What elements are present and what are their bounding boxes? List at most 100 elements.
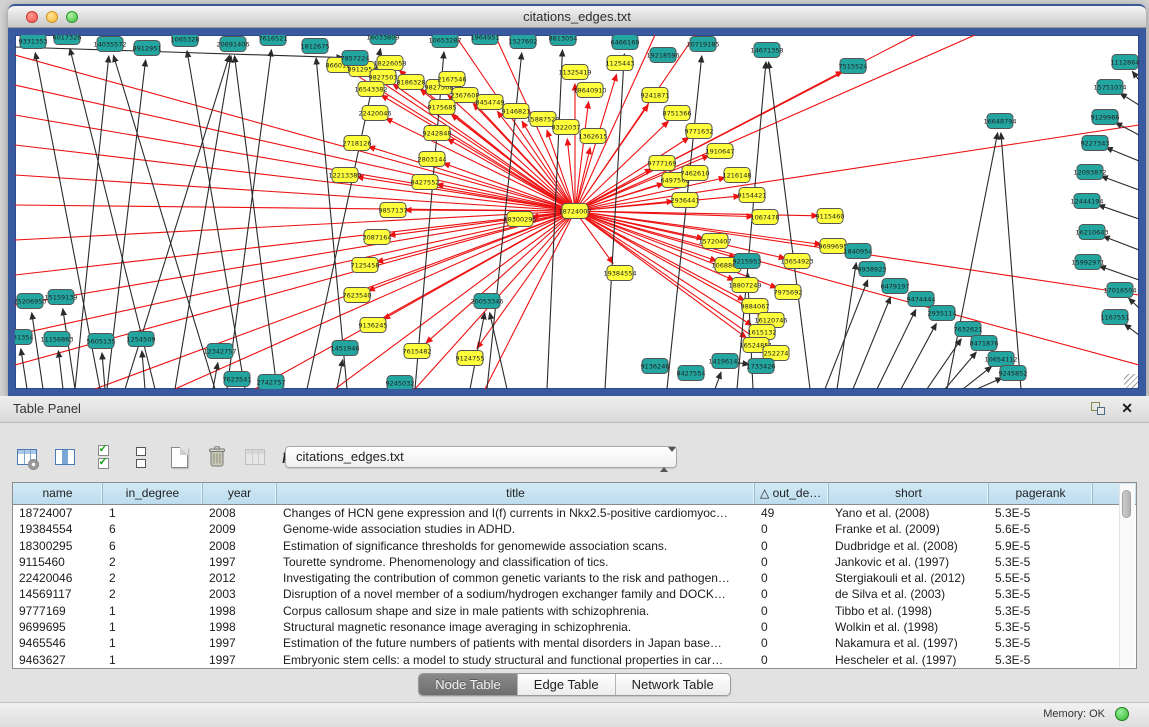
graph-node[interactable]: 9241871 [641, 88, 670, 103]
graph-node[interactable]: 9136246 [641, 359, 670, 374]
graph-node[interactable]: 19384554 [603, 266, 636, 281]
graph-node[interactable]: 18640910 [573, 83, 606, 98]
delete-table-icon[interactable] [204, 444, 230, 470]
graph-node[interactable]: 1112864 [1111, 55, 1139, 70]
graph-node[interactable]: 10653287 [428, 35, 461, 48]
graph-node[interactable]: 6466160 [611, 35, 640, 50]
graph-node[interactable]: 1451946 [331, 341, 360, 356]
graph-node[interactable]: 15159139 [44, 290, 77, 305]
graph-node[interactable]: 1964951 [471, 35, 500, 45]
row-height-icon[interactable] [128, 444, 154, 470]
window-titlebar[interactable]: citations_edges.txt [8, 4, 1146, 28]
graph-node[interactable]: 18300295 [503, 212, 536, 227]
column-header-in_degree[interactable]: in_degree [103, 483, 203, 504]
graph-node[interactable]: 9175685 [428, 100, 457, 115]
graph-node[interactable]: 9129966 [1091, 110, 1120, 125]
float-panel-icon[interactable] [1091, 402, 1105, 415]
table-row[interactable]: 2242004622012Investigating the contribut… [13, 570, 1136, 586]
tab-node-table[interactable]: Node Table [419, 674, 518, 695]
graph-node[interactable]: 8938923 [858, 262, 887, 277]
graph-node[interactable]: 18226058 [373, 56, 406, 71]
column-header-year[interactable]: year [203, 483, 277, 504]
table-row[interactable]: 977716911998Corpus callosum shape and si… [13, 603, 1136, 619]
graph-node[interactable]: 9474444 [907, 292, 936, 307]
resize-grip-icon[interactable] [1124, 374, 1138, 388]
graph-node[interactable]: 6017326 [53, 35, 82, 45]
graph-node[interactable]: 2935114 [928, 306, 957, 321]
graph-node[interactable]: 9331353 [19, 35, 48, 49]
graph-node[interactable]: 1733426 [747, 359, 776, 374]
graph-node[interactable]: 10654112 [984, 352, 1017, 367]
table-row[interactable]: 1456911722003Disruption of a novel membe… [13, 586, 1136, 602]
graph-node[interactable]: 9771632 [685, 124, 714, 139]
graph-node[interactable]: 1840954 [844, 244, 873, 259]
graph-node[interactable]: 8454749 [476, 95, 505, 110]
graph-node[interactable]: 7975692 [774, 285, 803, 300]
table-settings-icon[interactable] [14, 444, 40, 470]
graph-node[interactable]: 19218596 [646, 48, 679, 63]
graph-node[interactable]: 15751074 [1093, 80, 1126, 95]
graph-node[interactable]: 7462610 [681, 166, 710, 181]
table-row[interactable]: 946554611997Estimation of the future num… [13, 635, 1136, 651]
table-row[interactable]: 969969511998Structural magnetic resonanc… [13, 619, 1136, 635]
graph-node[interactable]: 6479197 [881, 279, 910, 294]
graph-node[interactable]: 9215953 [733, 254, 762, 269]
graph-node[interactable]: 14035572 [93, 37, 126, 52]
graph-node[interactable]: 1527602 [509, 35, 538, 49]
graph-node[interactable]: 2803144 [418, 152, 447, 167]
graph-node[interactable]: 15720407 [698, 234, 731, 249]
graph-node[interactable]: 9777169 [648, 156, 677, 171]
scrollbar-thumb[interactable] [1122, 490, 1131, 518]
column-header-name[interactable]: name [13, 483, 103, 504]
graph-node[interactable]: 16648794 [983, 114, 1016, 129]
table-row[interactable]: 946362711997Embryonic stem cells: a mode… [13, 652, 1136, 668]
graph-node[interactable]: 9136245 [359, 318, 388, 333]
graph-node[interactable]: 9227343 [1081, 136, 1110, 151]
graph-node[interactable]: 20691406 [216, 37, 249, 52]
graph-node[interactable]: 12093872 [1073, 165, 1106, 180]
graph-node[interactable]: 8912951 [133, 41, 162, 56]
table-selector[interactable]: citations_edges.txt [285, 446, 677, 468]
graph-node[interactable]: 9154421 [738, 188, 767, 203]
graph-node[interactable]: 9242848 [423, 126, 452, 141]
graph-node[interactable]: 2742757 [257, 375, 286, 390]
graph-node[interactable]: 15992971 [1071, 255, 1104, 270]
graph-node[interactable]: 12342757 [203, 344, 236, 359]
graph-node[interactable]: 10719185 [686, 37, 719, 52]
graph-node[interactable]: 18724007 [558, 204, 591, 219]
graph-node[interactable]: 9124755 [456, 351, 485, 366]
graph-node[interactable]: 14671358 [750, 43, 783, 58]
tab-network-table[interactable]: Network Table [616, 674, 730, 695]
graph-node[interactable]: 17016504 [1103, 283, 1136, 298]
graph-node[interactable]: 11156863 [40, 332, 73, 347]
graph-node[interactable]: 1812675 [301, 39, 330, 54]
graph-node[interactable]: 9331354 [15, 330, 33, 345]
graph-node[interactable]: 7857224 [341, 51, 370, 66]
graph-node[interactable]: 1254509 [127, 332, 156, 347]
graph-node[interactable]: 7632621 [954, 322, 983, 337]
graph-node[interactable]: 14196141 [708, 354, 741, 369]
graph-node[interactable]: 9115460 [816, 209, 845, 224]
graph-node[interactable]: 11325419 [558, 65, 591, 80]
graph-node[interactable]: 7623540 [343, 288, 372, 303]
graph-node[interactable]: 25206950 [15, 294, 47, 309]
close-panel-icon[interactable]: ✕ [1121, 400, 1133, 416]
graph-node[interactable]: 9245032 [386, 376, 415, 390]
graph-node[interactable]: 1167551 [1101, 310, 1130, 325]
graph-node[interactable]: 22420046 [358, 106, 391, 121]
graph-node[interactable]: 1065328 [171, 35, 200, 47]
graph-node[interactable]: 2936441 [671, 193, 700, 208]
graph-node[interactable]: 1910647 [706, 144, 735, 159]
column-header-out_degree[interactable]: △ out_de… [755, 483, 829, 504]
graph-node[interactable]: 9857137 [379, 203, 408, 218]
graph-node[interactable]: 8186328 [397, 75, 426, 90]
graph-node[interactable]: 16543382 [354, 82, 387, 97]
column-header-short[interactable]: short [829, 483, 989, 504]
select-rows-icon[interactable] [90, 444, 116, 470]
graph-node[interactable]: 5605135 [87, 334, 116, 349]
graph-node[interactable]: 7623541 [223, 372, 252, 387]
column-header-title[interactable]: title [277, 483, 755, 504]
network-canvas[interactable]: 1872400786601238912954182260589827503818… [15, 35, 1139, 389]
table-row[interactable]: 1872400712008Changes of HCN gene express… [13, 505, 1136, 521]
graph-node[interactable]: 13654923 [780, 254, 813, 269]
